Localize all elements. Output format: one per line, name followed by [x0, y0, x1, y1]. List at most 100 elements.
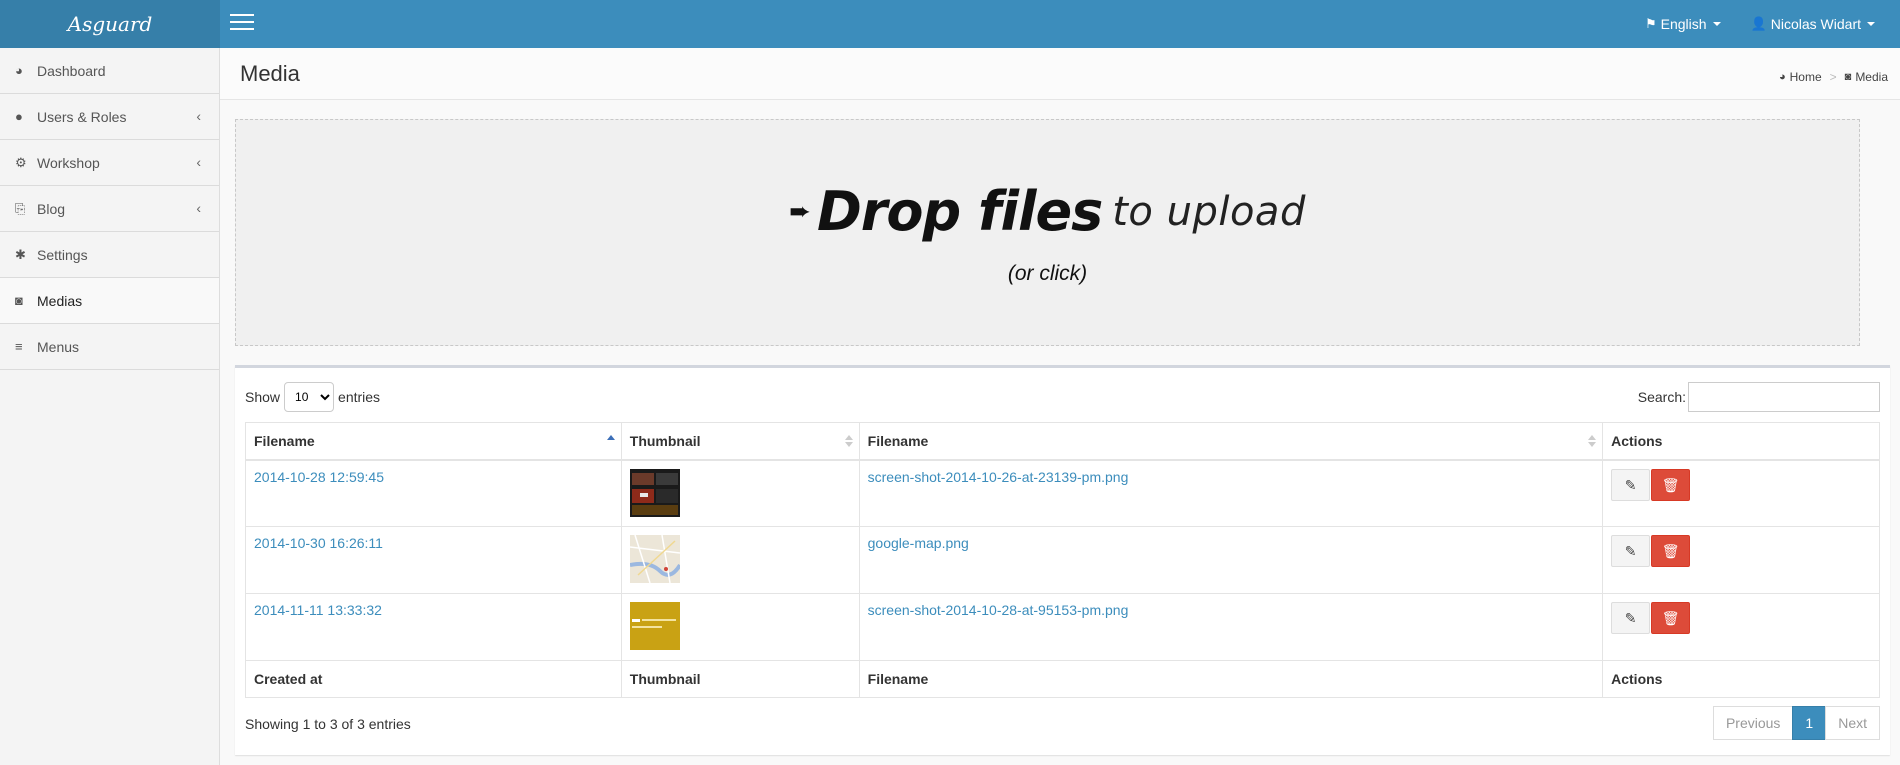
sidebar-item-label: Medias	[37, 292, 83, 309]
app-logo[interactable]: Asguard	[0, 0, 220, 48]
pagination-previous[interactable]: Previous	[1712, 706, 1794, 740]
file-dropzone[interactable]: ➨ Drop files to upload (or click)	[235, 119, 1860, 346]
bars-icon: ≡	[15, 339, 23, 354]
trash-icon: 🗑	[1661, 610, 1680, 626]
sidebar-item-medias[interactable]: ◙ Medias	[0, 278, 219, 324]
filename-link[interactable]: screen-shot-2014-10-28-at-95153-pm.png	[868, 602, 1129, 618]
pagination: Previous 1 Next	[1712, 706, 1880, 740]
breadcrumb: ◕ Home > ◙ Media	[1779, 70, 1888, 84]
edit-button[interactable]: ✎	[1611, 535, 1651, 567]
table-footer-row: Created at Thumbnail Filename Actions	[245, 660, 1880, 698]
language-dropdown[interactable]: ⚑ English	[1645, 16, 1721, 32]
trash-icon: 🗑	[1661, 476, 1680, 493]
caret-down-icon	[1867, 22, 1875, 26]
page-title: Media	[240, 61, 300, 86]
search-input[interactable]	[1688, 382, 1880, 412]
sidebar-item-blog[interactable]: ⎘ Blog ‹	[0, 186, 219, 232]
top-navbar: Asguard ⚑ English 👤 Nicolas Widart	[0, 0, 1900, 48]
column-header-actions: Actions	[1602, 422, 1880, 461]
pagination-page-1[interactable]: 1	[1792, 706, 1827, 740]
footer-filename: Filename	[858, 660, 1604, 698]
breadcrumb-current: Media	[1855, 70, 1888, 84]
pencil-icon: ✎	[1624, 543, 1637, 559]
dropzone-subtitle: to upload	[1112, 188, 1306, 235]
edit-button[interactable]: ✎	[1611, 468, 1651, 501]
created-at-link[interactable]: 2014-10-28 12:59:45	[254, 469, 384, 485]
sidebar: ◕ Dashboard ● Users & Roles ‹ ⚙ Workshop…	[0, 48, 220, 765]
language-label: English	[1660, 16, 1707, 32]
thumbnail-image[interactable]	[629, 535, 680, 583]
delete-button[interactable]: 🗑	[1651, 535, 1691, 567]
media-table: Filename Thumbnail Filename Actions 2014…	[245, 422, 1880, 698]
pencil-icon: ✎	[1624, 610, 1637, 626]
dashboard-icon: ◕	[15, 63, 23, 78]
entries-length-control: Show 10 entries	[245, 382, 380, 412]
delete-button[interactable]: 🗑	[1651, 602, 1691, 634]
sidebar-item-users-roles[interactable]: ● Users & Roles ‹	[0, 94, 219, 140]
navbar-right: ⚑ English 👤 Nicolas Widart	[1615, 0, 1875, 48]
dropzone-message: ➨ Drop files to upload	[236, 180, 1859, 243]
sidebar-item-label: Blog	[37, 200, 66, 217]
created-at-link[interactable]: 2014-10-30 16:26:11	[254, 535, 383, 551]
table-row: 2014-10-30 16:26:11 google-map.png ✎ 🗑	[245, 526, 1880, 594]
sort-icon	[1588, 435, 1597, 447]
edit-button[interactable]: ✎	[1611, 602, 1651, 634]
dashboard-icon: ◕	[1778, 71, 1786, 83]
footer-actions: Actions	[1602, 660, 1880, 698]
thumbnail-image[interactable]	[629, 602, 680, 650]
user-menu-dropdown[interactable]: 👤 Nicolas Widart	[1751, 16, 1875, 32]
filename-link[interactable]: screen-shot-2014-10-26-at-23139-pm.png	[868, 469, 1129, 485]
pencil-icon: ✎	[1624, 476, 1637, 493]
entries-per-page-select[interactable]: 10	[284, 382, 335, 412]
cogs-icon: ⚙	[15, 154, 27, 170]
table-info: Showing 1 to 3 of 3 entries	[245, 716, 411, 732]
breadcrumb-home-link[interactable]: Home	[1790, 70, 1822, 84]
column-header-thumbnail[interactable]: Thumbnail	[620, 422, 860, 461]
user-icon: ●	[15, 109, 23, 124]
trash-icon: 🗑	[1661, 543, 1680, 559]
dropzone-hint: (or click)	[1007, 262, 1088, 285]
camera-icon: ◙	[1844, 71, 1852, 83]
dropzone-title: Drop files	[816, 180, 1103, 243]
chevron-left-icon: ‹	[196, 200, 201, 216]
media-table-box: Show 10 entries Search: Filename Thumbna…	[235, 365, 1890, 755]
filename-link[interactable]: google-map.png	[868, 535, 969, 551]
delete-button[interactable]: 🗑	[1651, 468, 1691, 501]
sidebar-item-label: Dashboard	[37, 62, 106, 79]
sidebar-item-label: Settings	[37, 246, 88, 263]
sidebar-item-menus[interactable]: ≡ Menus	[0, 324, 219, 370]
caret-down-icon	[1712, 22, 1721, 26]
user-icon: 👤	[1750, 16, 1767, 31]
sort-icon	[844, 435, 853, 447]
column-header-created[interactable]: Filename	[245, 422, 622, 461]
table-row: 2014-10-28 12:59:45 screen-shot-2014-10-…	[245, 459, 1880, 527]
pagination-next[interactable]: Next	[1825, 706, 1880, 740]
search-label: Search:	[1637, 389, 1686, 405]
breadcrumb-separator: >	[1829, 70, 1837, 84]
thumbnail-image[interactable]	[629, 468, 680, 517]
sidebar-toggle-icon[interactable]	[230, 14, 254, 32]
length-label-after: entries	[338, 389, 381, 405]
created-at-link[interactable]: 2014-11-11 13:33:32	[254, 602, 382, 618]
main-content: Media ◕ Home > ◙ Media ➨ Drop files to upl…	[220, 48, 1900, 765]
sidebar-item-workshop[interactable]: ⚙ Workshop ‹	[0, 140, 219, 186]
camera-icon: ◙	[15, 293, 23, 308]
sidebar-item-dashboard[interactable]: ◕ Dashboard	[0, 48, 219, 94]
chevron-left-icon: ‹	[196, 108, 201, 124]
sidebar-item-label: Menus	[37, 338, 80, 355]
sidebar-item-label: Users & Roles	[37, 108, 127, 125]
sort-asc-icon	[606, 435, 615, 447]
arrow-right-icon: ➨	[789, 196, 811, 226]
gear-icon: ✱	[15, 246, 26, 262]
table-header-row: Filename Thumbnail Filename Actions	[245, 422, 1880, 461]
table-search: Search:	[1638, 382, 1880, 412]
column-header-filename[interactable]: Filename	[858, 422, 1604, 461]
table-row: 2014-11-11 13:33:32 screen-shot-2014-10-…	[245, 593, 1880, 661]
content-header: Media ◕ Home > ◙ Media	[220, 48, 1900, 100]
copy-icon: ⎘	[15, 200, 26, 216]
footer-created-at: Created at	[245, 660, 622, 698]
length-label-before: Show	[245, 389, 281, 405]
footer-thumbnail: Thumbnail	[620, 660, 860, 698]
flag-icon: ⚑	[1644, 16, 1657, 31]
sidebar-item-settings[interactable]: ✱ Settings	[0, 232, 219, 278]
